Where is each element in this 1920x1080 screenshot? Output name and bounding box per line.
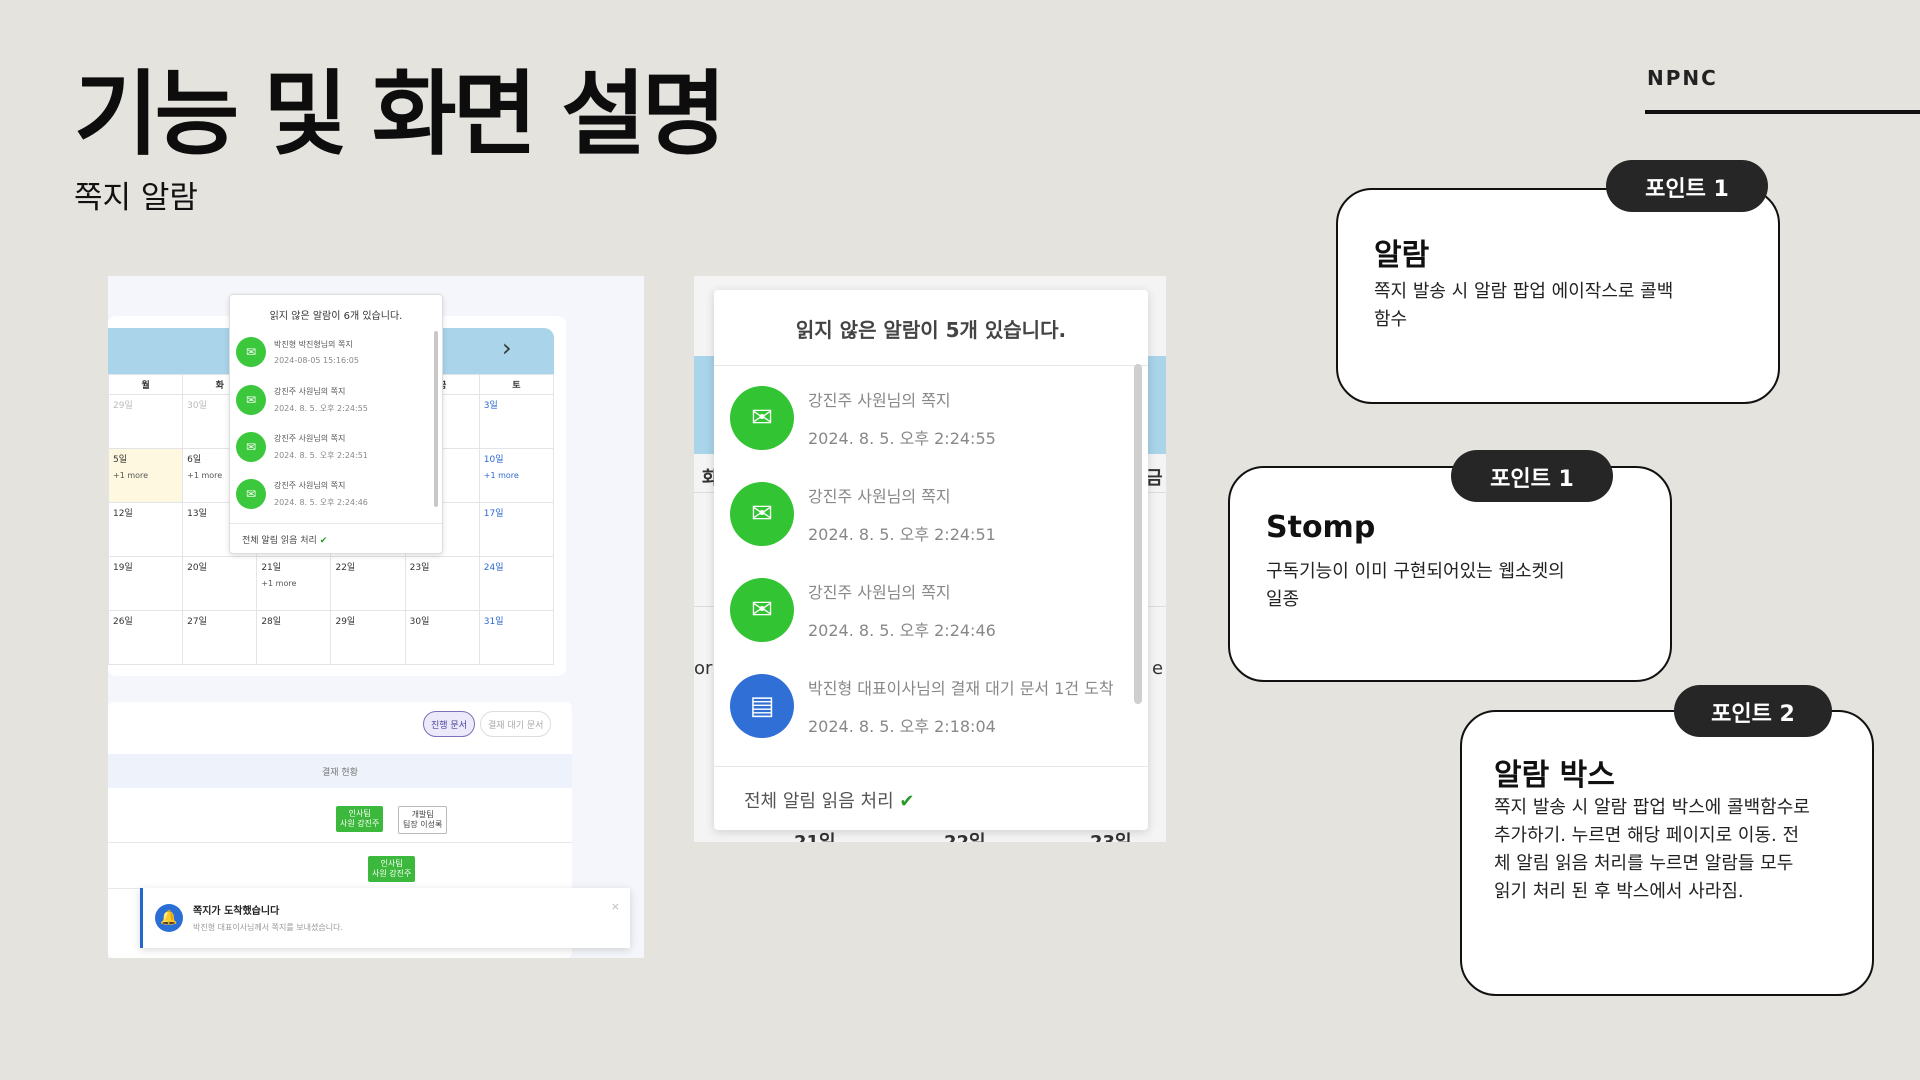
notification-item[interactable]: ✉ 강진주 사원님의 쪽지 2024. 8. 5. 오후 2:24:51 bbox=[730, 482, 996, 546]
tab-in-progress-docs[interactable]: 진행 문서 bbox=[423, 711, 475, 737]
message-toast[interactable]: 🔔 쪽지가 도착했습니다 박진형 대표이사님께서 쪽지를 보내셨습니다. × bbox=[140, 888, 630, 948]
check-icon: ✔ bbox=[319, 536, 328, 546]
calendar-day[interactable]: 29일 bbox=[330, 610, 406, 665]
point-tag: 포인트 1 bbox=[1606, 160, 1768, 212]
brand-underline bbox=[1645, 110, 1920, 114]
bg-fragment: 23일 bbox=[1090, 828, 1132, 842]
popup-header: 읽지 않은 알람이 6개 있습니다. bbox=[269, 311, 403, 322]
bg-fragment: e bbox=[1152, 658, 1164, 679]
notification-popup: 읽지 않은 알람이 5개 있습니다. ✉ 강진주 사원님의 쪽지 2024. 8.… bbox=[714, 290, 1148, 830]
weekday-label: 월 bbox=[108, 374, 184, 395]
page-title: 기능 및 화면 설명 bbox=[74, 61, 727, 168]
card-body: 쪽지 발송 시 알람 팝업 박스에 콜백함수로 추가하기. 누르면 해당 페이지… bbox=[1494, 797, 1810, 902]
tab-pending-docs[interactable]: 결재 대기 문서 bbox=[480, 711, 552, 737]
day-number: 10일 bbox=[483, 455, 504, 465]
more-link[interactable]: +1 more bbox=[113, 471, 178, 480]
document-icon: ▤ bbox=[730, 674, 794, 738]
calendar-day[interactable]: 26일 bbox=[108, 610, 184, 665]
calendar-day[interactable]: 29일 bbox=[108, 394, 184, 449]
screenshot-calendar-view: › 월 화 수 목 금 토 29일 30일 3일 5일+1 more 6일+1 … bbox=[108, 276, 644, 958]
approver-tag: 인사팀 사원 강진주 bbox=[368, 856, 416, 882]
envelope-icon: ✉ bbox=[730, 578, 794, 642]
card-title: 알람 박스 bbox=[1494, 758, 1615, 793]
bg-fragment: 21일 bbox=[794, 828, 836, 842]
popup-header: 읽지 않은 알람이 5개 있습니다. bbox=[714, 290, 1148, 366]
card-title: Stomp bbox=[1266, 510, 1376, 545]
notification-item[interactable]: ✉ 강진주 사원님의 쪽지 2024. 8. 5. 오후 2:24:51 bbox=[236, 432, 368, 462]
popup-scrollbar[interactable] bbox=[434, 331, 438, 507]
weekday-label: 토 bbox=[478, 374, 555, 395]
bg-fragment: 금 bbox=[1146, 468, 1163, 489]
day-number: 6일 bbox=[187, 455, 202, 465]
calendar-day[interactable]: 12일 bbox=[108, 502, 184, 557]
calendar-day[interactable]: 5일 +1 more bbox=[108, 448, 184, 503]
close-icon[interactable]: × bbox=[611, 900, 620, 913]
bell-icon: 🔔 bbox=[155, 904, 183, 932]
envelope-icon: ✉ bbox=[236, 479, 266, 509]
toast-body: 박진형 대표이사님께서 쪽지를 보내셨습니다. bbox=[193, 923, 344, 932]
more-link[interactable]: +1 more bbox=[261, 579, 326, 588]
approval-status-header: 결재 현황 bbox=[108, 754, 572, 788]
divider bbox=[108, 842, 572, 843]
screenshot-notification-zoom: 화 금 or e 21일 22일 23일 읽지 않은 알람이 5개 있습니다. … bbox=[694, 276, 1166, 842]
envelope-icon: ✉ bbox=[236, 385, 266, 415]
card-body: 구독기능이 이미 구현되어있는 웹소켓의 일종 bbox=[1266, 561, 1565, 610]
calendar-day[interactable]: 24일 bbox=[478, 556, 555, 611]
notification-item[interactable]: ✉ 강진주 사원님의 쪽지 2024. 8. 5. 오후 2:24:46 bbox=[730, 578, 996, 642]
check-icon: ✔ bbox=[899, 791, 915, 812]
calendar-day[interactable]: 28일 bbox=[256, 610, 332, 665]
mark-all-read-button[interactable]: 전체 알림 읽음 처리 ✔ bbox=[230, 523, 442, 553]
mark-all-read-button[interactable]: 전체 알림 읽음 처리 ✔ bbox=[714, 766, 1148, 830]
brand-label: NPNC bbox=[1647, 66, 1718, 90]
point-tag: 포인트 1 bbox=[1451, 450, 1613, 502]
approver-tag: 개발팀 팀장 이성록 bbox=[398, 806, 448, 834]
page-subtitle: 쪽지 알람 bbox=[74, 180, 198, 216]
popup-scrollbar[interactable] bbox=[1134, 364, 1142, 704]
envelope-icon: ✉ bbox=[236, 432, 266, 462]
bg-fragment: or bbox=[694, 658, 713, 679]
calendar-day[interactable]: 10일 +1 more bbox=[478, 448, 555, 503]
card-body: 쪽지 발송 시 알람 팝업 에이작스로 콜백 함수 bbox=[1374, 281, 1674, 330]
card-title: 알람 bbox=[1374, 238, 1430, 273]
more-link[interactable]: +1 more bbox=[484, 471, 549, 480]
calendar-day[interactable]: 20일 bbox=[182, 556, 258, 611]
envelope-icon: ✉ bbox=[236, 337, 266, 367]
notification-item[interactable]: ✉ 강진주 사원님의 쪽지 2024. 8. 5. 오후 2:24:46 bbox=[236, 479, 368, 509]
calendar-day[interactable]: 19일 bbox=[108, 556, 184, 611]
bg-fragment: 22일 bbox=[944, 828, 986, 842]
calendar-day[interactable]: 27일 bbox=[182, 610, 258, 665]
calendar-day[interactable]: 3일 bbox=[478, 394, 555, 449]
calendar-day[interactable]: 21일 +1 more bbox=[256, 556, 332, 611]
day-number: 5일 bbox=[113, 455, 128, 465]
notification-item[interactable]: ▤ 박진형 대표이사님의 결재 대기 문서 1건 도착 2024. 8. 5. 오… bbox=[730, 674, 1114, 738]
approver-tag: 인사팀 사원 강진주 bbox=[336, 806, 384, 832]
calendar-day[interactable]: 17일 bbox=[478, 502, 555, 557]
notification-popup-small: 읽지 않은 알람이 6개 있습니다. ✉ 박진형 박진형님의 쪽지 2024-08… bbox=[229, 294, 443, 554]
calendar-day[interactable]: 30일 bbox=[404, 610, 480, 665]
calendar-day[interactable]: 31일 bbox=[478, 610, 555, 665]
notification-item[interactable]: ✉ 강진주 사원님의 쪽지 2024. 8. 5. 오후 2:24:55 bbox=[730, 386, 996, 450]
calendar-day[interactable]: 23일 bbox=[404, 556, 480, 611]
calendar-day[interactable]: 22일 bbox=[330, 556, 406, 611]
toast-title: 쪽지가 도착했습니다 bbox=[193, 906, 280, 917]
point-tag: 포인트 2 bbox=[1674, 685, 1832, 737]
notification-item[interactable]: ✉ 강진주 사원님의 쪽지 2024. 8. 5. 오후 2:24:55 bbox=[236, 385, 368, 415]
notification-item[interactable]: ✉ 박진형 박진형님의 쪽지 2024-08-05 15:16:05 bbox=[236, 337, 359, 367]
envelope-icon: ✉ bbox=[730, 482, 794, 546]
envelope-icon: ✉ bbox=[730, 386, 794, 450]
day-number: 21일 bbox=[261, 563, 282, 573]
calendar-next-button[interactable]: › bbox=[502, 334, 512, 362]
